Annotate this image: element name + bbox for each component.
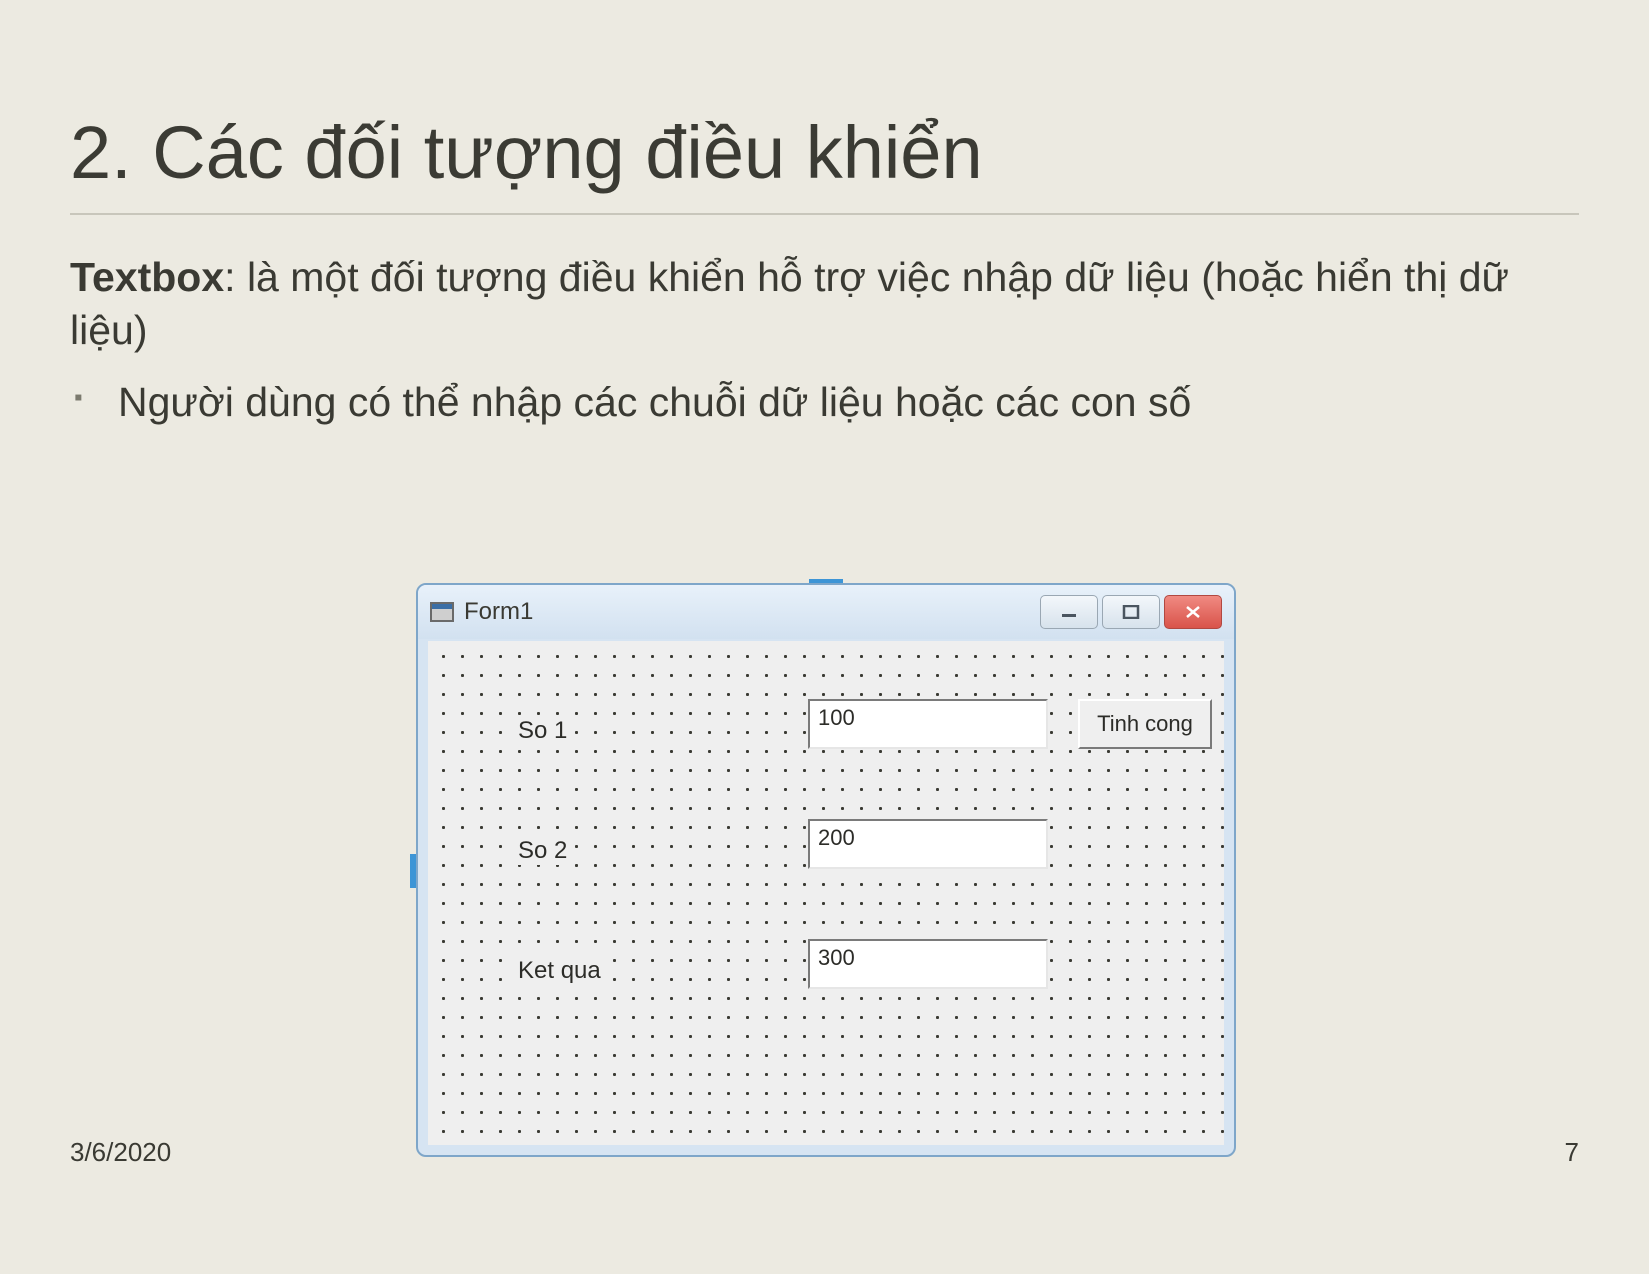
close-icon [1184, 605, 1202, 619]
bullet-item: Người dùng có thể nhập các chuỗi dữ liệu… [74, 376, 1579, 429]
intro-bold: Textbox [70, 254, 224, 300]
textbox-so2[interactable]: 200 [808, 819, 1048, 869]
footer-date: 3/6/2020 [70, 1137, 171, 1168]
bullet-list: Người dùng có thể nhập các chuỗi dữ liệu… [70, 376, 1579, 429]
button-tinh-cong[interactable]: Tinh cong [1078, 699, 1212, 749]
window-frame: Form1 [416, 583, 1236, 1157]
maximize-button[interactable] [1102, 595, 1160, 629]
window-titlebar[interactable]: Form1 [418, 585, 1234, 639]
footer-page-number: 7 [1565, 1137, 1579, 1168]
intro-rest: : là một đối tượng điều khiển hỗ trợ việ… [70, 254, 1509, 353]
slide: 2. Các đối tượng điều khiển Textbox: là … [0, 0, 1649, 1274]
vb6-form-designer: Form1 [416, 583, 1236, 1159]
window-title-group: Form1 [430, 598, 533, 626]
textbox-so1[interactable]: 100 [808, 699, 1048, 749]
form-client-area[interactable]: So 1 So 2 Ket qua 100 200 300 Tinh cong [428, 641, 1224, 1145]
form-icon [430, 602, 454, 622]
window-control-buttons [1040, 595, 1222, 629]
window-title: Form1 [464, 598, 533, 626]
label-ketqua[interactable]: Ket qua [514, 957, 605, 985]
label-so1[interactable]: So 1 [514, 717, 571, 745]
title-divider [70, 213, 1579, 215]
textbox-ketqua[interactable]: 300 [808, 939, 1048, 989]
intro-paragraph: Textbox: là một đối tượng điều khiển hỗ … [70, 251, 1579, 358]
close-button[interactable] [1164, 595, 1222, 629]
minimize-button[interactable] [1040, 595, 1098, 629]
maximize-icon [1122, 605, 1140, 619]
minimize-icon [1060, 605, 1078, 619]
slide-title: 2. Các đối tượng điều khiển [70, 110, 1579, 195]
label-so2[interactable]: So 2 [514, 837, 571, 865]
